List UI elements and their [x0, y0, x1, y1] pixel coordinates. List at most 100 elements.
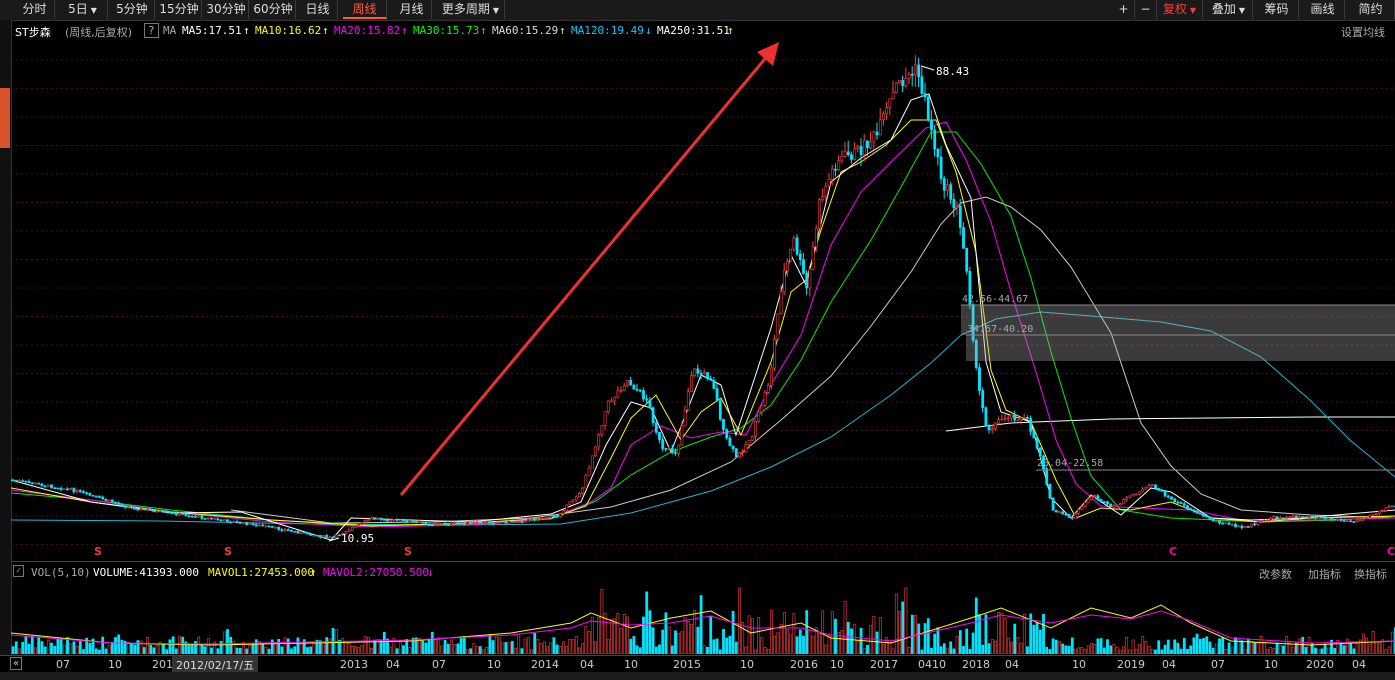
- candle-body: [907, 73, 911, 79]
- simple-mode-button[interactable]: 简约: [1347, 0, 1395, 19]
- volume-bar: [1333, 647, 1337, 654]
- tab-15min[interactable]: 15分钟: [157, 0, 202, 19]
- volume-bar: [1112, 644, 1116, 654]
- volume-bar: [190, 644, 194, 654]
- candle-body: [1102, 501, 1106, 503]
- candle-body: [571, 499, 575, 502]
- volume-bar: [539, 643, 543, 654]
- candle-body: [238, 521, 242, 524]
- volume-bar: [958, 630, 962, 654]
- indicator-tab-strip[interactable]: [0, 672, 1395, 680]
- add-indicator-button[interactable]: 加指标: [1308, 566, 1341, 582]
- candle-body: [459, 522, 463, 525]
- candle-body: [1170, 496, 1173, 500]
- candle-body: [760, 405, 764, 413]
- volume-bar: [1141, 636, 1145, 654]
- candle-body: [546, 517, 549, 519]
- volume-bar: [984, 614, 988, 654]
- volume-bar: [542, 641, 546, 654]
- candle-body: [574, 496, 578, 501]
- chips-button[interactable]: 筹码: [1255, 0, 1299, 19]
- volume-bar: [491, 640, 495, 654]
- candle-body: [171, 512, 175, 514]
- volume-bar: [696, 626, 700, 654]
- volume-bar: [1176, 642, 1180, 654]
- volume-bar: [1304, 646, 1308, 654]
- tab-5day[interactable]: 5日 ▼: [58, 0, 108, 19]
- volume-bar: [88, 642, 92, 654]
- zoom-out-button[interactable]: −: [1135, 0, 1157, 19]
- overlay-button[interactable]: 叠加 ▼: [1205, 0, 1253, 19]
- candle-body: [949, 184, 953, 200]
- volume-bar: [805, 610, 809, 654]
- candle-body: [904, 78, 908, 86]
- tab-60min[interactable]: 60分钟: [251, 0, 296, 19]
- candle-body: [69, 488, 73, 490]
- candle-body: [549, 515, 553, 518]
- candle-body: [1288, 516, 1292, 518]
- volume-bar: [690, 624, 693, 654]
- candle-body: [254, 524, 258, 527]
- tab-month[interactable]: 月线: [392, 0, 432, 19]
- candle-body: [274, 526, 277, 529]
- volume-bar: [782, 612, 786, 654]
- candle-body: [952, 199, 956, 209]
- volume-bar: [1237, 638, 1241, 654]
- volume-bar: [869, 625, 873, 654]
- candle-body: [328, 536, 332, 539]
- candle-body: [350, 527, 354, 531]
- scroll-left-button[interactable]: «: [10, 657, 23, 670]
- volume-bar: [1346, 638, 1349, 654]
- change-params-button[interactable]: 改参数: [1259, 566, 1292, 582]
- candle-body: [1262, 519, 1266, 522]
- candle-body: [101, 496, 105, 500]
- tab-day[interactable]: 日线: [298, 0, 338, 19]
- candle-body: [488, 521, 492, 524]
- help-button[interactable]: ?: [144, 23, 159, 38]
- restore-rights-button[interactable]: 复权 ▼: [1157, 0, 1203, 19]
- volume-bar: [677, 633, 681, 654]
- date-tick: 2016: [790, 658, 818, 671]
- candle-body: [222, 519, 226, 521]
- volume-bar: [149, 644, 153, 654]
- candle-body: [1349, 520, 1353, 523]
- candle-body: [1291, 515, 1295, 518]
- draw-line-button[interactable]: 画线: [1301, 0, 1345, 19]
- volume-bar: [472, 642, 476, 654]
- zoom-in-button[interactable]: +: [1113, 0, 1135, 19]
- candle-body: [306, 532, 309, 535]
- tab-fenshi[interactable]: 分时: [15, 0, 55, 19]
- candle-body: [654, 422, 658, 433]
- volume-bar: [1154, 649, 1157, 654]
- volume-bar: [718, 649, 722, 654]
- switch-indicator-button[interactable]: 换指标: [1354, 566, 1387, 582]
- volume-bar: [619, 628, 623, 654]
- tab-30min[interactable]: 30分钟: [204, 0, 249, 19]
- volume-bar: [424, 642, 428, 654]
- overlay-label: 叠加: [1211, 2, 1236, 16]
- volume-bar: [1032, 624, 1036, 654]
- candle-body: [1067, 514, 1071, 518]
- tab-5min[interactable]: 5分钟: [110, 0, 155, 19]
- volume-bar: [757, 617, 761, 654]
- date-tick: 10: [624, 658, 638, 671]
- side-strip-highlight[interactable]: [0, 88, 10, 148]
- candle-body: [1352, 521, 1356, 523]
- volume-chart[interactable]: [11, 583, 1395, 654]
- candle-body: [882, 113, 885, 121]
- volume-bar: [882, 643, 885, 654]
- candle-body: [523, 520, 527, 523]
- ma-settings-button[interactable]: 设置均线: [1341, 24, 1385, 40]
- expand-icon[interactable]: ✓: [13, 565, 25, 577]
- date-tick: 04: [580, 658, 594, 671]
- volume-bar: [254, 639, 258, 654]
- tab-week[interactable]: 周线: [343, 0, 387, 19]
- candle-body: [978, 367, 981, 391]
- candle-body: [872, 131, 876, 143]
- kline-chart[interactable]: 42.56-44.67 34.67-40.20 23.04-22.58 88.4…: [11, 40, 1395, 561]
- tab-more-periods[interactable]: 更多周期 ▼: [437, 0, 505, 19]
- volume-bar: [1211, 647, 1215, 654]
- volume-bar: [590, 616, 594, 654]
- volume-bar: [98, 649, 101, 654]
- candle-body: [430, 524, 434, 526]
